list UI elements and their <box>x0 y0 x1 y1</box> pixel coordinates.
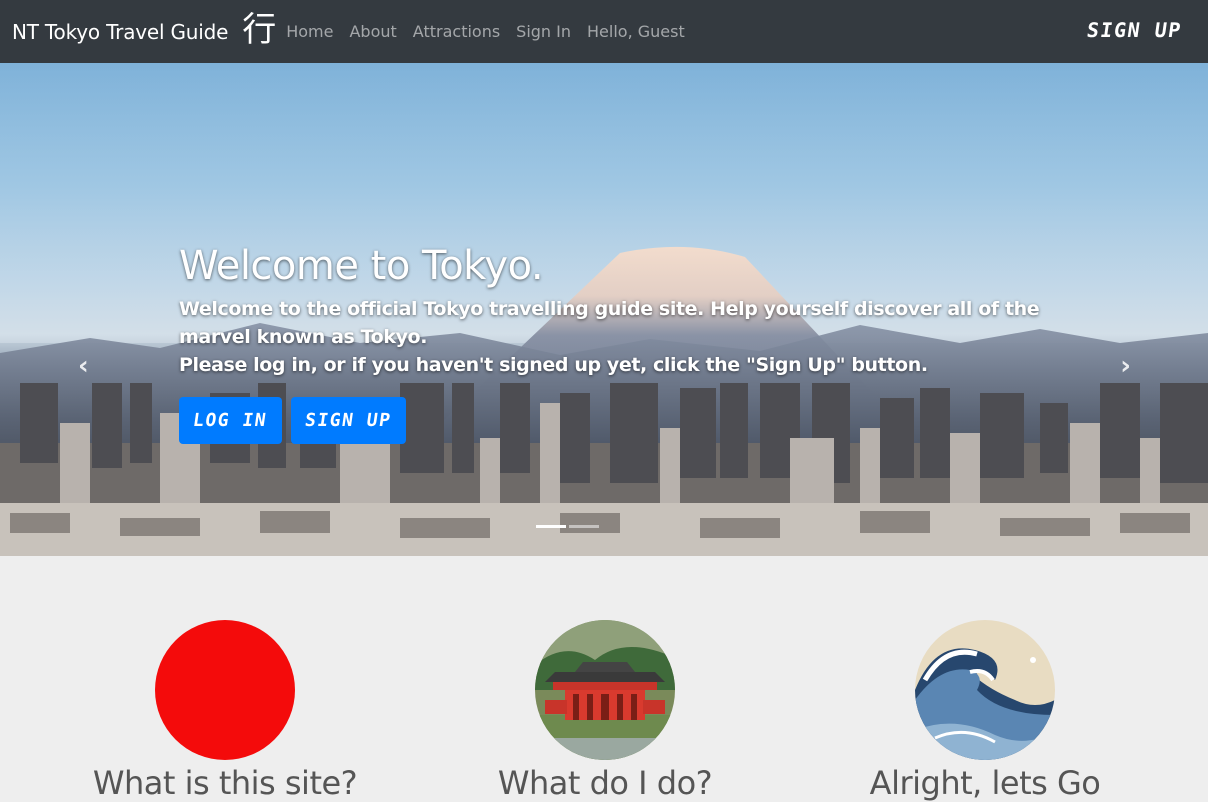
nav-greeting: Hello, Guest <box>587 22 685 41</box>
great-wave-image <box>915 620 1055 760</box>
carousel-indicator-2[interactable] <box>569 525 599 528</box>
nav-link-attractions[interactable]: Attractions <box>413 22 500 41</box>
feature-what-do-i-do: What do I do? <box>455 620 755 802</box>
nav-link-home[interactable]: Home <box>286 22 333 41</box>
hero-text-instructions: Please log in, or if you haven't signed … <box>179 354 928 376</box>
nav-link-about[interactable]: About <box>349 22 396 41</box>
nav-link-sign-in[interactable]: Sign In <box>516 22 571 41</box>
nav-sign-up-button[interactable]: SIGN UP <box>1086 18 1184 42</box>
nav-links: Home About Attractions Sign In Hello, Gu… <box>280 22 685 41</box>
sign-up-button[interactable]: SIGN UP <box>291 397 406 444</box>
temple-image <box>535 620 675 760</box>
carousel-indicators <box>536 525 602 528</box>
hero-button-row: LOG IN SIGN UP <box>179 397 1059 444</box>
brand-kanji-logo[interactable]: 行 <box>242 13 276 47</box>
carousel-next-icon[interactable]: › <box>1120 351 1131 381</box>
feature-alright-lets-go: Alright, lets Go <box>835 620 1135 802</box>
feature-what-is-this-site: What is this site? <box>75 620 375 802</box>
red-sun-circle-image <box>155 620 295 760</box>
feature-title: What is this site? <box>92 764 358 802</box>
hero-caption: Welcome to Tokyo. Welcome to the officia… <box>179 243 1059 444</box>
hero-heading: Welcome to Tokyo. <box>179 243 544 289</box>
sign-up-button-label: SIGN UP <box>303 410 394 431</box>
top-navbar: NT Tokyo Travel Guide 行 Home About Attra… <box>0 0 1208 63</box>
brand-link[interactable]: NT Tokyo Travel Guide <box>12 20 228 44</box>
log-in-button[interactable]: LOG IN <box>179 397 282 444</box>
features-section: What is this site? What do I do? Alright… <box>0 556 1208 802</box>
hero-text-intro: Welcome to the official Tokyo travelling… <box>179 298 1040 348</box>
feature-title: Alright, lets Go <box>869 764 1101 802</box>
carousel-prev-icon[interactable]: ‹ <box>78 351 89 381</box>
carousel-indicator-1[interactable] <box>536 525 566 528</box>
hero-carousel: ‹ › Welcome to Tokyo. Welcome to the off… <box>0 63 1208 556</box>
feature-title: What do I do? <box>497 764 713 802</box>
log-in-button-label: LOG IN <box>192 410 269 431</box>
